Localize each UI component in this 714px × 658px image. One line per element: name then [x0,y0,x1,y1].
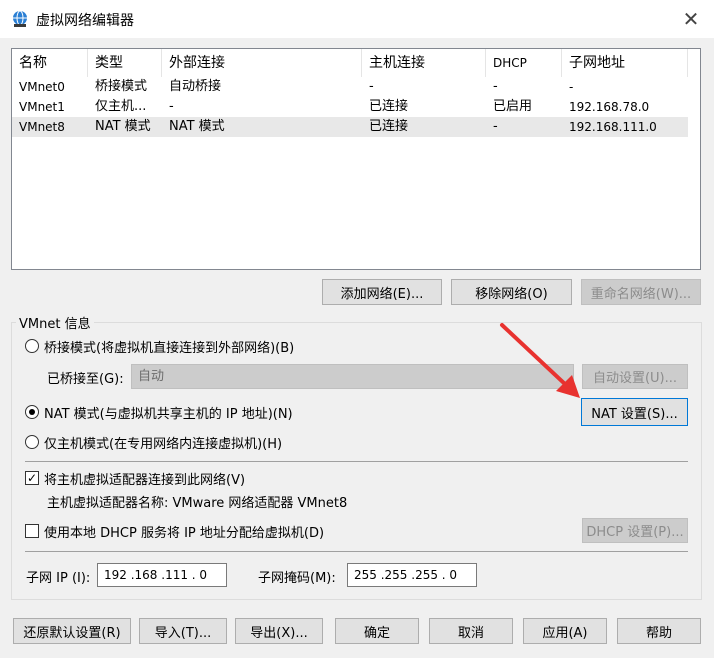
nat-settings-button[interactable]: NAT 设置(S)... [581,398,688,426]
dhcp-checkbox[interactable] [25,524,39,538]
apply-button[interactable]: 应用(A) [523,618,607,644]
cell-dhcp: - [493,119,498,134]
column-header-subnet[interactable]: 子网地址 [562,49,688,77]
cell-host: 已连接 [369,99,409,114]
title-bar: 虚拟网络编辑器 ✕ [0,0,714,38]
cell-host: - [369,79,374,94]
divider [25,461,688,462]
subnet-ip-label: 子网 IP (I): [26,571,91,586]
cell-type: 仅主机... [95,99,147,114]
column-header-host[interactable]: 主机连接 [362,49,486,77]
subnet-mask-label: 子网掩码(M): [258,571,336,586]
cell-host: 已连接 [369,119,409,134]
subnet-mask-field[interactable]: 255 .255 .255 . 0 [347,563,477,587]
connect-adapter-checkbox[interactable]: ✓ [25,471,39,485]
network-list[interactable]: 名称 类型 外部连接 主机连接 DHCP 子网地址 VMnet0 桥接模式 自动… [11,48,701,270]
adapter-name-text: 主机虚拟适配器名称: VMware 网络适配器 VMnet8 [47,496,348,511]
bridged-to-select[interactable]: 自动 [131,364,574,389]
cell-name: VMnet1 [19,100,65,114]
host-only-radio[interactable] [25,435,39,449]
window-title: 虚拟网络编辑器 [36,13,134,29]
cell-subnet: - [569,80,574,94]
host-only-label[interactable]: 仅主机模式(在专用网络内连接虚拟机)(H) [44,433,282,452]
subnet-ip-field[interactable]: 192 .168 .111 . 0 [97,563,227,587]
close-icon[interactable]: ✕ [668,0,714,38]
cell-type: 桥接模式 [95,79,148,94]
cell-name: VMnet0 [19,80,65,94]
list-header: 名称 类型 外部连接 主机连接 DHCP 子网地址 [12,49,700,77]
bridge-mode-label[interactable]: 桥接模式(将虚拟机直接连接到外部网络)(B) [44,337,294,356]
cell-external: 自动桥接 [169,79,222,94]
cell-subnet: 192.168.111.0 [569,120,657,134]
bridged-to-label: 已桥接至(G): [47,372,124,387]
ok-button[interactable]: 确定 [335,618,419,644]
divider [25,551,688,552]
column-header-type[interactable]: 类型 [88,49,162,77]
auto-settings-button[interactable]: 自动设置(U)... [582,364,688,389]
import-button[interactable]: 导入(T)... [139,618,227,644]
bridge-mode-radio[interactable] [25,339,39,353]
nat-mode-radio[interactable] [25,405,39,419]
rename-network-button[interactable]: 重命名网络(W)... [581,279,701,305]
column-header-name[interactable]: 名称 [12,49,88,77]
globe-network-icon [13,10,27,27]
cell-dhcp: - [493,79,498,94]
table-row[interactable]: VMnet1 仅主机... - 已连接 已启用 192.168.78.0 [12,97,688,117]
column-header-external[interactable]: 外部连接 [162,49,362,77]
connect-adapter-label[interactable]: 将主机虚拟适配器连接到此网络(V) [44,469,245,488]
dhcp-settings-button[interactable]: DHCP 设置(P)... [582,518,688,543]
export-button[interactable]: 导出(X)... [235,618,323,644]
cell-subnet: 192.168.78.0 [569,100,650,114]
remove-network-button[interactable]: 移除网络(O) [451,279,572,305]
cell-external: - [169,99,174,114]
table-row[interactable]: VMnet0 桥接模式 自动桥接 - - - [12,77,688,97]
cell-dhcp: 已启用 [493,99,533,114]
table-row-selected[interactable]: VMnet8 NAT 模式 NAT 模式 已连接 - 192.168.111.0 [12,117,688,137]
restore-defaults-button[interactable]: 还原默认设置(R) [13,618,131,644]
nat-mode-label[interactable]: NAT 模式(与虚拟机共享主机的 IP 地址)(N) [44,403,293,422]
column-header-dhcp[interactable]: DHCP [486,49,562,77]
add-network-button[interactable]: 添加网络(E)... [322,279,442,305]
cell-type: NAT 模式 [95,119,151,134]
cancel-button[interactable]: 取消 [429,618,513,644]
help-button[interactable]: 帮助 [617,618,701,644]
dhcp-label[interactable]: 使用本地 DHCP 服务将 IP 地址分配给虚拟机(D) [44,522,324,541]
group-title: VMnet 信息 [16,313,94,332]
cell-name: VMnet8 [19,120,65,134]
cell-external: NAT 模式 [169,119,225,134]
